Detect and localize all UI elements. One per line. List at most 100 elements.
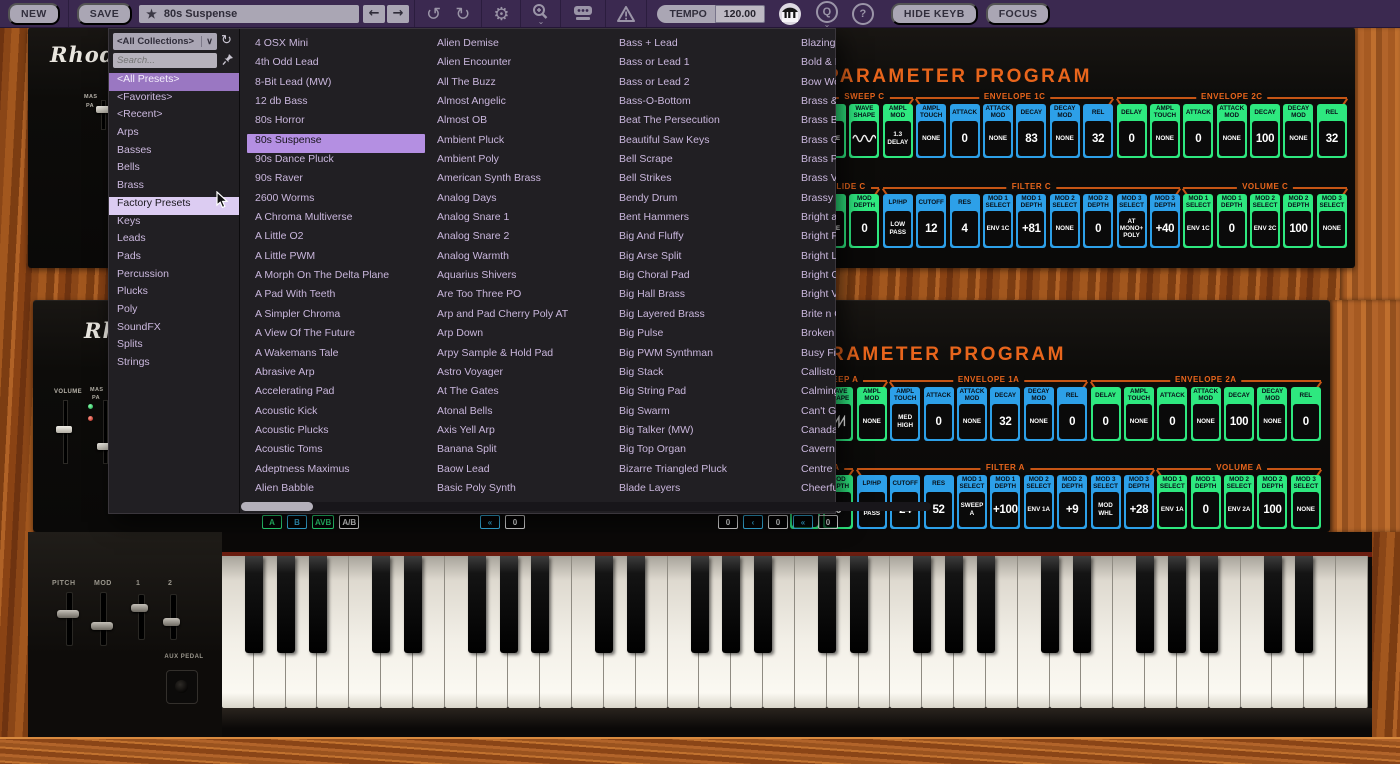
preset-item[interactable]: Cavern C: [793, 443, 836, 462]
pin-icon[interactable]: [222, 53, 234, 71]
param-cell[interactable]: DECAY MODNONE: [1257, 387, 1287, 441]
param-cell[interactable]: MOD 1 DEPTH0: [1191, 475, 1221, 529]
search-input[interactable]: [113, 53, 217, 68]
param-cell[interactable]: DELAY0: [1091, 387, 1121, 441]
preset-item[interactable]: Can't Ge: [793, 405, 836, 424]
membrane-button[interactable]: 0: [818, 515, 838, 529]
preset-item[interactable]: Big Swarm: [611, 405, 789, 424]
preset-item[interactable]: Brass &: [793, 95, 836, 114]
black-key[interactable]: [977, 556, 995, 653]
preset-item[interactable]: Arp Down: [429, 327, 607, 346]
preset-item[interactable]: Atonal Bells: [429, 405, 607, 424]
preset-item[interactable]: Aquarius Shivers: [429, 269, 607, 288]
preset-item[interactable]: Analog Days: [429, 192, 607, 211]
param-cell[interactable]: MOD 3 SELECTMOD WHL: [1091, 475, 1121, 529]
param-cell[interactable]: MOD 1 SELECTENV 1C: [1183, 194, 1213, 248]
preset-item[interactable]: 8-Bit Lead (MW): [247, 76, 425, 95]
preset-item[interactable]: A Wakemans Tale: [247, 347, 425, 366]
param-cell[interactable]: REL0: [1057, 387, 1087, 441]
param-cell[interactable]: MOD 3 DEPTH+40: [1150, 194, 1180, 248]
param-cell[interactable]: AMPL TOUCHNONE: [1124, 387, 1154, 441]
preset-item[interactable]: Acoustic Toms: [247, 443, 425, 462]
preset-item[interactable]: Ambient Poly: [429, 153, 607, 172]
preset-item[interactable]: Alien Encounter: [429, 56, 607, 75]
next-preset-button[interactable]: →: [387, 5, 409, 23]
black-key[interactable]: [1136, 556, 1154, 653]
preset-item[interactable]: 4th Odd Lead: [247, 56, 425, 75]
param-cell[interactable]: RES4: [950, 194, 980, 248]
preset-item[interactable]: Adeptness Maximus: [247, 463, 425, 482]
param-cell[interactable]: LP/HPLOW PASS: [883, 194, 913, 248]
param-cell[interactable]: AMPL TOUCHNONE: [916, 104, 946, 158]
membrane-button[interactable]: 0: [718, 515, 738, 529]
preset-item[interactable]: A Little PWM: [247, 250, 425, 269]
black-key[interactable]: [913, 556, 931, 653]
membrane-button[interactable]: ‹: [743, 515, 763, 529]
preset-item[interactable]: Bent Hammers: [611, 211, 789, 230]
param-cell[interactable]: DECAY MODNONE: [1283, 104, 1313, 158]
focus-button[interactable]: FOCUS: [986, 3, 1051, 25]
preset-item[interactable]: Bold & B: [793, 56, 836, 75]
preset-item[interactable]: Bright Fu: [793, 230, 836, 249]
param-cell[interactable]: DECAY MODNONE: [1024, 387, 1054, 441]
membrane-button[interactable]: «: [793, 515, 813, 529]
param-cell[interactable]: MOD 3 SELECTAT MONO+ POLY: [1117, 194, 1147, 248]
zoom-icon[interactable]: ⌄: [532, 4, 549, 23]
preset-item[interactable]: Big PWM Synthman: [611, 347, 789, 366]
preset-item[interactable]: Acoustic Kick: [247, 405, 425, 424]
undo-icon[interactable]: ↺: [426, 5, 441, 23]
param-cell[interactable]: CUTOFF12: [916, 194, 946, 248]
category-item[interactable]: <Favorites>: [109, 91, 239, 109]
param-cell[interactable]: AMPL MOD1.3 DELAY: [883, 104, 913, 158]
preset-item[interactable]: 12 db Bass: [247, 95, 425, 114]
preset-item[interactable]: Axis Yell Arp: [429, 424, 607, 443]
category-item[interactable]: Splits: [109, 338, 239, 356]
new-button[interactable]: NEW: [8, 3, 60, 25]
preset-item[interactable]: Big Stack: [611, 366, 789, 385]
tempo-value[interactable]: 120.00: [715, 5, 765, 23]
black-key[interactable]: [1168, 556, 1186, 653]
save-button[interactable]: SAVE: [77, 3, 132, 25]
param-cell[interactable]: MOD DEPTH0: [849, 194, 879, 248]
refresh-icon[interactable]: ↻: [221, 32, 232, 48]
preset-item[interactable]: A Simpler Chroma: [247, 308, 425, 327]
param-cell[interactable]: MOD 1 SELECTSWEEP A: [957, 475, 987, 529]
preset-item[interactable]: Astro Voyager: [429, 366, 607, 385]
category-item[interactable]: Basses: [109, 144, 239, 162]
black-key[interactable]: [1041, 556, 1059, 653]
black-key[interactable]: [945, 556, 963, 653]
preset-item[interactable]: At The Gates: [429, 385, 607, 404]
preset-item[interactable]: Arpy Sample & Hold Pad: [429, 347, 607, 366]
preset-item[interactable]: Calming: [793, 385, 836, 404]
param-cell[interactable]: REL32: [1317, 104, 1347, 158]
preset-item[interactable]: American Synth Brass: [429, 172, 607, 191]
param-cell[interactable]: MOD 2 SELECTNONE: [1050, 194, 1080, 248]
preset-item[interactable]: A Little O2: [247, 230, 425, 249]
preset-item[interactable]: A Morph On The Delta Plane: [247, 269, 425, 288]
preset-item[interactable]: Bass or Lead 2: [611, 76, 789, 95]
tempo-control[interactable]: TEMPO 120.00: [657, 5, 764, 23]
param-cell[interactable]: MOD 2 DEPTH+9: [1057, 475, 1087, 529]
preset-item[interactable]: Beautiful Saw Keys: [611, 134, 789, 153]
black-key[interactable]: [372, 556, 390, 653]
hide-keyb-button[interactable]: HIDE KEYB: [891, 3, 978, 25]
black-key[interactable]: [754, 556, 772, 653]
category-item[interactable]: Arps: [109, 126, 239, 144]
black-key[interactable]: [691, 556, 709, 653]
midi-icon[interactable]: [572, 6, 594, 21]
preset-item[interactable]: A Chroma Multiverse: [247, 211, 425, 230]
black-key[interactable]: [627, 556, 645, 653]
preset-item[interactable]: Big Talker (MW): [611, 424, 789, 443]
membrane-button[interactable]: 0: [505, 515, 525, 529]
preset-item[interactable]: Big Arse Split: [611, 250, 789, 269]
preset-item[interactable]: Brass Gl: [793, 134, 836, 153]
param-cell[interactable]: ATTACK0: [950, 104, 980, 158]
preset-item[interactable]: Baow Lead: [429, 463, 607, 482]
preset-item[interactable]: Big Hall Brass: [611, 288, 789, 307]
membrane-button[interactable]: 0: [768, 515, 788, 529]
preset-item[interactable]: Bright an: [793, 211, 836, 230]
preset-item[interactable]: 80s Suspense: [247, 134, 425, 153]
preset-item[interactable]: Brite n C: [793, 308, 836, 327]
preset-item[interactable]: Blazing S: [793, 37, 836, 56]
black-key[interactable]: [500, 556, 518, 653]
